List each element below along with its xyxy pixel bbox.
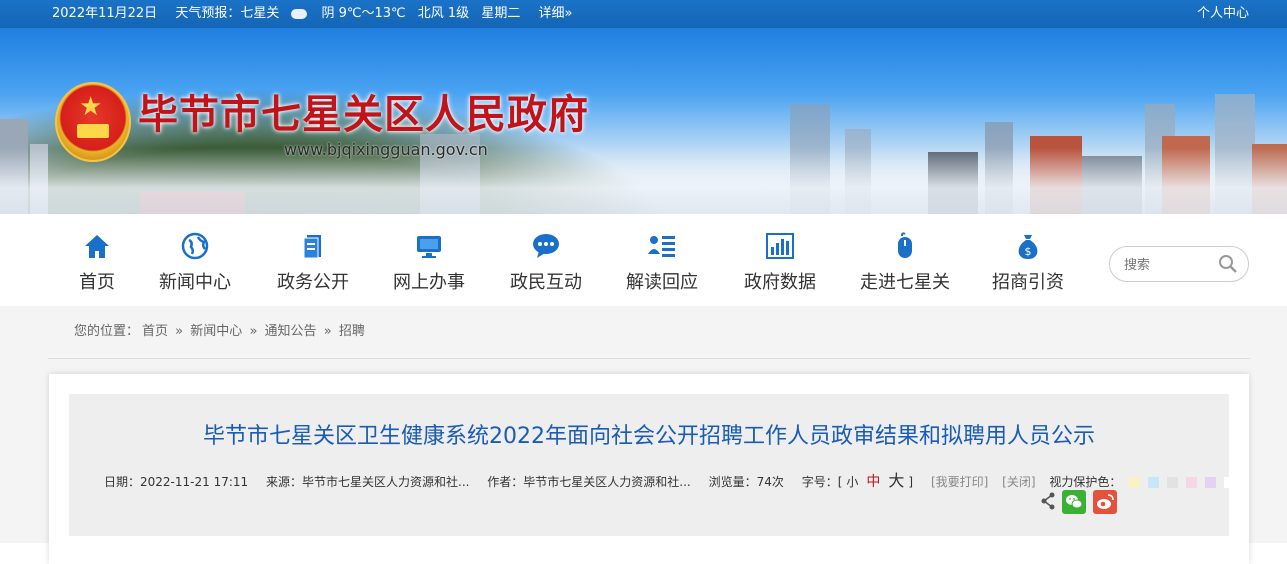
nav-label: 政府数据: [744, 272, 816, 293]
weather-info: 阴 9℃～13℃: [321, 6, 406, 21]
nav-label: 解读回应: [626, 272, 698, 293]
eye-color-yellow[interactable]: [1129, 477, 1141, 488]
article-meta: 日期：2022-11-21 17:11 来源：毕节市七星关区人力资源和社... …: [104, 467, 1236, 491]
nav-label: 走进七星关: [860, 272, 950, 293]
document-icon: [303, 235, 321, 259]
source-label: 来源：: [265, 475, 302, 489]
breadcrumb-notices[interactable]: 通知公告: [265, 324, 317, 339]
share-icon[interactable]: [1040, 490, 1056, 512]
search-box: [1109, 246, 1249, 282]
breadcrumb-home[interactable]: 首页: [142, 324, 168, 339]
breadcrumb: 您的位置： 首页 » 新闻中心 » 通知公告 » 招聘: [74, 320, 368, 339]
weather-detail-link[interactable]: 详细»: [538, 6, 572, 21]
money-bag-icon: $: [1018, 235, 1038, 259]
weibo-share-icon[interactable]: [1093, 490, 1117, 514]
nav-label: 政务公开: [277, 272, 349, 293]
font-small-button[interactable]: 小: [846, 475, 858, 489]
date-label: 日期：: [104, 475, 141, 489]
views-label: 浏览量：: [708, 475, 757, 489]
eye-color-gray[interactable]: [1167, 477, 1179, 488]
breadcrumb-prefix: 您的位置：: [74, 324, 140, 339]
search-input[interactable]: [1122, 254, 1216, 276]
nav-gov-data[interactable]: 政府数据: [737, 232, 823, 296]
nav-gov-affairs[interactable]: 政务公开: [270, 232, 356, 296]
nav-label: 网上办事: [393, 272, 465, 293]
eye-color-purple[interactable]: [1205, 477, 1217, 488]
wechat-share-icon[interactable]: [1062, 490, 1086, 514]
breadcrumb-recruitment[interactable]: 招聘: [339, 324, 365, 339]
national-emblem-logo: ★: [55, 82, 131, 162]
current-date: 2022年11月22日: [52, 6, 158, 21]
eye-color-white[interactable]: [1224, 477, 1236, 488]
nav-label: 首页: [79, 272, 115, 293]
nav-home[interactable]: 首页: [68, 232, 126, 296]
author-label: 作者：: [487, 475, 524, 489]
person-list-icon: [648, 236, 675, 257]
publish-date: 2022-11-21 17:11: [140, 475, 249, 489]
site-url: www.bjqixingguan.gov.cn: [284, 140, 488, 159]
breadcrumb-separator: »: [323, 324, 332, 339]
font-medium-button[interactable]: 中: [866, 474, 880, 490]
breadcrumb-separator: »: [175, 324, 184, 339]
breadcrumb-news-center[interactable]: 新闻中心: [190, 324, 242, 339]
article-header: [69, 394, 1229, 536]
nav-about-qixingguan[interactable]: 走进七星关: [855, 232, 955, 296]
nav-online-services[interactable]: 网上办事: [386, 232, 472, 296]
header-banner: ★ 毕节市七星关区人民政府 www.bjqixingguan.gov.cn: [0, 28, 1287, 214]
article-title: 毕节市七星关区卫生健康系统2022年面向社会公开招聘工作人员政审结果和拟聘用人员…: [203, 424, 1095, 449]
bar-chart-icon: [766, 233, 794, 259]
eye-color-blue[interactable]: [1148, 477, 1160, 488]
globe-icon: [181, 232, 209, 260]
nav-label: 招商引资: [992, 272, 1064, 293]
nav-interpretation[interactable]: 解读回应: [619, 232, 705, 296]
font-large-button[interactable]: 大: [888, 471, 904, 490]
nav-news-center[interactable]: 新闻中心: [152, 232, 238, 296]
monitor-icon: [417, 236, 441, 258]
article-author: 毕节市七星关区人力资源和社...: [523, 475, 691, 489]
close-button[interactable]: [关闭]: [1002, 475, 1035, 489]
weekday: 星期二: [481, 6, 521, 21]
wind-info: 北风 1级: [417, 6, 470, 21]
breadcrumb-divider: [48, 358, 1250, 359]
user-center-link[interactable]: 个人中心: [1197, 0, 1249, 28]
breadcrumb-separator: »: [249, 324, 258, 339]
chat-icon: [533, 234, 559, 258]
article-source: 毕节市七星关区人力资源和社...: [302, 475, 470, 489]
cloud-icon: [291, 8, 308, 19]
svg-text:$: $: [1025, 245, 1032, 258]
site-title: 毕节市七星关区人民政府: [138, 91, 589, 138]
font-size-label: 字号：[: [801, 475, 843, 489]
eye-care-label: 视力保护色：: [1049, 475, 1122, 489]
eye-color-pink[interactable]: [1186, 477, 1198, 488]
mouse-icon: [898, 232, 912, 258]
search-icon[interactable]: [1218, 254, 1238, 274]
nav-label: 新闻中心: [159, 272, 231, 293]
banner-fog: [0, 148, 1287, 214]
main-nav: 首页 新闻中心 政务公开 网上办事 政民互动 解读回应 政府数据 走进七星关 $…: [0, 214, 1287, 306]
home-icon: [85, 235, 109, 258]
view-count: 74次: [756, 475, 784, 489]
print-button[interactable]: [我要打印]: [931, 475, 988, 489]
font-size-bracket: ]: [908, 475, 914, 489]
nav-investment[interactable]: $ 招商引资: [985, 232, 1071, 296]
top-bar: 2022年11月22日 天气预报：七星关 阴 9℃～13℃ 北风 1级 星期二 …: [0, 0, 1287, 28]
nav-label: 政民互动: [510, 272, 582, 293]
nav-interaction[interactable]: 政民互动: [503, 232, 589, 296]
weather-label: 天气预报：七星关: [175, 6, 280, 21]
